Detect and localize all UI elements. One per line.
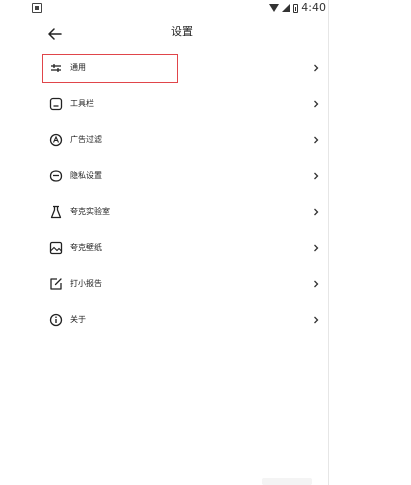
- report-edit-icon: [50, 278, 62, 290]
- settings-item-label: 广告过滤: [70, 135, 102, 144]
- toolbar-icon: [49, 97, 63, 111]
- settings-item-ad-filter[interactable]: 广告过滤: [42, 122, 328, 158]
- settings-item-about[interactable]: 关于: [42, 302, 328, 338]
- settings-item-label: 工具栏: [70, 99, 94, 108]
- ad-filter-icon: [49, 133, 63, 147]
- sliders-icon: [51, 64, 61, 72]
- chevron-right-icon: [314, 136, 319, 144]
- chevron-right-icon: [314, 172, 319, 180]
- settings-item-lab[interactable]: 夸克实验室: [42, 194, 328, 230]
- settings-item-report[interactable]: 打小报告: [42, 266, 328, 302]
- chevron-right-icon: [314, 316, 319, 324]
- info-icon: [49, 313, 63, 327]
- privacy-mask-icon: [49, 170, 63, 182]
- chevron-right-icon: [314, 208, 319, 216]
- notification-icon: [32, 3, 42, 13]
- chevron-right-icon: [314, 100, 319, 108]
- chevron-right-icon: [314, 64, 319, 72]
- chevron-right-icon: [314, 244, 319, 252]
- status-indicators: 4:40: [269, 2, 326, 14]
- settings-item-privacy[interactable]: 隐私设置: [42, 158, 328, 194]
- flask-icon: [50, 205, 62, 219]
- settings-item-label: 打小报告: [70, 279, 102, 288]
- page-title-text: 设置: [171, 25, 193, 38]
- wallpaper-icon: [49, 241, 63, 255]
- settings-item-label: 通用: [70, 63, 86, 72]
- side-panel: [328, 0, 411, 485]
- settings-item-label: 隐私设置: [70, 171, 102, 180]
- settings-item-label: 夸克实验室: [70, 207, 110, 216]
- header: 设置: [0, 18, 328, 48]
- wifi-icon: [269, 4, 280, 12]
- chevron-right-icon: [314, 280, 319, 288]
- settings-screen: 4:40 设置 通用 工具栏 广告过滤 隐私设置 夸克实验室 夸克壁纸 打小报告…: [0, 0, 328, 485]
- settings-item-label: 夸克壁纸: [70, 243, 102, 252]
- settings-item-toolbar[interactable]: 工具栏: [42, 86, 328, 122]
- page-title: 设置: [0, 24, 328, 40]
- signal-icon: [282, 4, 291, 12]
- status-bar: 4:40: [0, 0, 328, 18]
- settings-item-label: 关于: [70, 315, 86, 324]
- bottom-handle: [262, 478, 312, 485]
- status-time: 4:40: [301, 1, 326, 14]
- battery-icon: [293, 3, 299, 13]
- settings-item-wallpaper[interactable]: 夸克壁纸: [42, 230, 328, 266]
- settings-item-general[interactable]: 通用: [42, 50, 328, 86]
